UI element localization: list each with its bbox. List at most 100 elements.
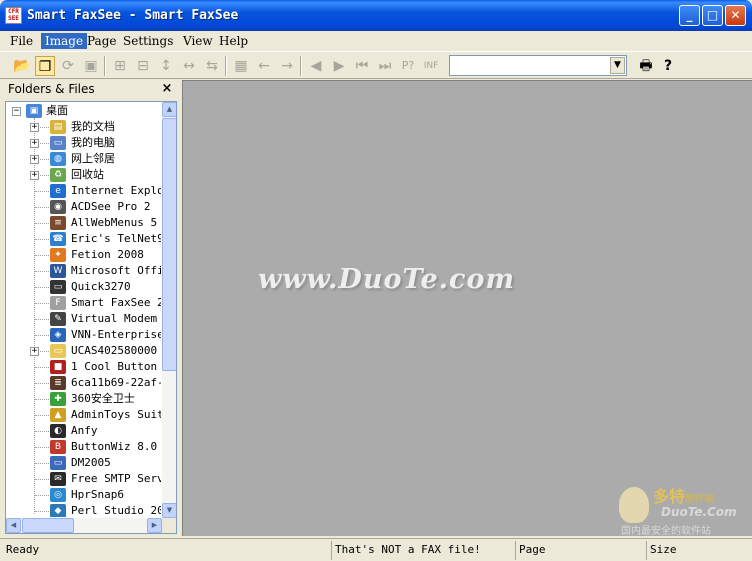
logo-url: DuoTe.Com xyxy=(661,505,737,519)
expand-icon[interactable]: + xyxy=(30,171,39,180)
tree-item[interactable]: ▲ AdminToys Suite xyxy=(6,407,161,423)
expand-icon[interactable]: + xyxy=(30,139,39,148)
tree-item[interactable]: ◆ Perl Studio 2009 xyxy=(6,503,161,517)
item-icon: ▲ xyxy=(50,408,66,422)
tree-item[interactable]: e Internet Explorer xyxy=(6,183,161,199)
tree-connector xyxy=(35,271,49,272)
multi-page-icon[interactable]: ❐ xyxy=(35,56,55,76)
last-page-icon[interactable]: ⏭ xyxy=(375,56,395,76)
item-icon: ✚ xyxy=(50,392,66,406)
rotate-left-icon[interactable]: ← xyxy=(254,56,274,76)
scroll-down-button[interactable]: ▼ xyxy=(162,503,176,518)
swap-icon[interactable]: ⇆ xyxy=(202,56,222,76)
tree-item[interactable]: ≣ 6ca11b69-22af-4607 xyxy=(6,375,161,391)
page-combo[interactable]: ▼ xyxy=(449,55,627,76)
goto-page-icon[interactable]: P? xyxy=(398,56,418,76)
tree-item[interactable]: ☎ Eric's TelNet98 xyxy=(6,231,161,247)
menu-image[interactable]: Image xyxy=(41,33,88,49)
tree-connector xyxy=(35,207,49,208)
menu-view[interactable]: View xyxy=(179,33,217,49)
tree-item[interactable]: + ◍ 网上邻居 xyxy=(6,151,161,167)
tree-item[interactable]: ■ 1 Cool Button Tool xyxy=(6,359,161,375)
open-icon[interactable]: 📂 xyxy=(12,56,32,76)
menu-bar: File Image Page Settings View Help xyxy=(0,31,752,51)
tree-item[interactable]: + ▤ 我的文档 xyxy=(6,119,161,135)
horizontal-scroll-thumb[interactable] xyxy=(22,518,74,533)
fit-height-icon[interactable]: ↕ xyxy=(156,56,176,76)
chevron-down-icon[interactable]: ▼ xyxy=(610,57,625,74)
tree-item[interactable]: ✦ Fetion 2008 xyxy=(6,247,161,263)
tree-item[interactable]: ◈ VNN-Enterprise Client xyxy=(6,327,161,343)
tree-item[interactable]: + ▭ 我的电脑 xyxy=(6,135,161,151)
tree-item[interactable]: + ♻ 回收站 xyxy=(6,167,161,183)
close-button[interactable]: ✕ xyxy=(725,5,746,26)
status-ready: Ready xyxy=(6,543,40,556)
rotate-right-icon[interactable]: → xyxy=(277,56,297,76)
expand-icon[interactable]: + xyxy=(30,123,39,132)
item-icon: ▤ xyxy=(50,120,66,134)
menu-page[interactable]: Page xyxy=(83,33,120,49)
menu-help[interactable]: Help xyxy=(215,33,252,49)
tree-item-label: 网上邻居 xyxy=(71,152,115,165)
image-viewer[interactable]: www.DuoTe.com 多特软件站 DuoTe.Com 国内最安全的软件站 xyxy=(182,80,752,537)
maximize-button[interactable]: □ xyxy=(702,5,723,26)
scrollbar-corner xyxy=(162,518,176,533)
tree-connector xyxy=(35,511,49,512)
prev-icon[interactable]: ◀ xyxy=(306,56,326,76)
horizontal-scrollbar[interactable]: ◀ ▶ xyxy=(6,518,162,533)
tree-item-label: Quick3270 xyxy=(71,280,131,293)
item-icon: ≣ xyxy=(50,376,66,390)
tree-item-label: Smart FaxSee 2.2 xyxy=(71,296,161,309)
tree-item[interactable]: ✉ Free SMTP Server xyxy=(6,471,161,487)
tree-item[interactable]: ◉ ACDSee Pro 2 xyxy=(6,199,161,215)
thumbnails-icon[interactable]: ▦ xyxy=(231,56,251,76)
tree-root-label: 桌面 xyxy=(46,104,68,117)
fit-width-icon[interactable]: ↔ xyxy=(179,56,199,76)
tree-item[interactable]: ✚ 360安全卫士 xyxy=(6,391,161,407)
toolbar-separator xyxy=(300,56,302,76)
tree-item[interactable]: ◐ Anfy xyxy=(6,423,161,439)
info-icon[interactable]: INF xyxy=(421,56,441,76)
tree-item[interactable]: ✎ Virtual Modem xyxy=(6,311,161,327)
expand-icon[interactable]: + xyxy=(30,347,39,356)
tree-connector xyxy=(35,255,49,256)
folder-tree[interactable]: − ▣ 桌面 + ▤ 我的文档 + ▭ 我的电脑 + ◍ 网上邻居 + ♻ 回收站 e Internet … xyxy=(5,101,177,534)
scroll-right-button[interactable]: ▶ xyxy=(147,518,162,533)
tree-item-label: Anfy xyxy=(71,424,98,437)
tree-connector xyxy=(35,191,49,192)
refresh-icon[interactable]: ⟳ xyxy=(58,56,78,76)
tree-item-label: 回收站 xyxy=(71,168,104,181)
close-icon[interactable]: × xyxy=(160,81,174,97)
tree-item[interactable]: ▭ Quick3270 xyxy=(6,279,161,295)
vertical-scrollbar[interactable]: ▲ ▼ xyxy=(162,102,176,518)
tree-item[interactable]: + ▭ UCAS402580000 xyxy=(6,343,161,359)
tree-root[interactable]: − ▣ 桌面 xyxy=(6,103,161,119)
item-icon: ☎ xyxy=(50,232,66,246)
tree-item[interactable]: ▭ DM2005 xyxy=(6,455,161,471)
menu-settings[interactable]: Settings xyxy=(119,33,177,49)
zoom-in-icon[interactable]: ⊞ xyxy=(110,56,130,76)
next-icon[interactable]: ▶ xyxy=(329,56,349,76)
expand-icon[interactable]: + xyxy=(30,155,39,164)
print-icon[interactable]: 🖶 xyxy=(636,56,656,76)
tree-connector xyxy=(35,463,49,464)
tree-item-label: Virtual Modem xyxy=(71,312,158,325)
tree-item[interactable]: W Microsoft Office xyxy=(6,263,161,279)
tree-item[interactable]: F Smart FaxSee 2.2 xyxy=(6,295,161,311)
vertical-scroll-thumb[interactable] xyxy=(162,118,176,371)
first-page-icon[interactable]: ⏮ xyxy=(352,56,372,76)
collapse-icon[interactable]: − xyxy=(12,107,21,116)
title-bar[interactable]: CFR SEE Smart FaxSee - Smart FaxSee _ □ … xyxy=(0,0,752,31)
zoom-out-icon[interactable]: ⊟ xyxy=(133,56,153,76)
tree-item[interactable]: B ButtonWiz 8.0 xyxy=(6,439,161,455)
fit-icon[interactable]: ▣ xyxy=(81,56,101,76)
logo-brand-small: 软件站 xyxy=(685,494,716,505)
tree-item[interactable]: ≡ AllWebMenus 5 PRO xyxy=(6,215,161,231)
scroll-up-button[interactable]: ▲ xyxy=(162,102,176,117)
tree-item-label: 6ca11b69-22af-4607 xyxy=(71,376,161,389)
menu-file[interactable]: File xyxy=(6,33,37,49)
tree-item[interactable]: ◎ HprSnap6 xyxy=(6,487,161,503)
minimize-button[interactable]: _ xyxy=(679,5,700,26)
help-icon[interactable]: ? xyxy=(658,56,678,76)
scroll-left-button[interactable]: ◀ xyxy=(6,518,21,533)
